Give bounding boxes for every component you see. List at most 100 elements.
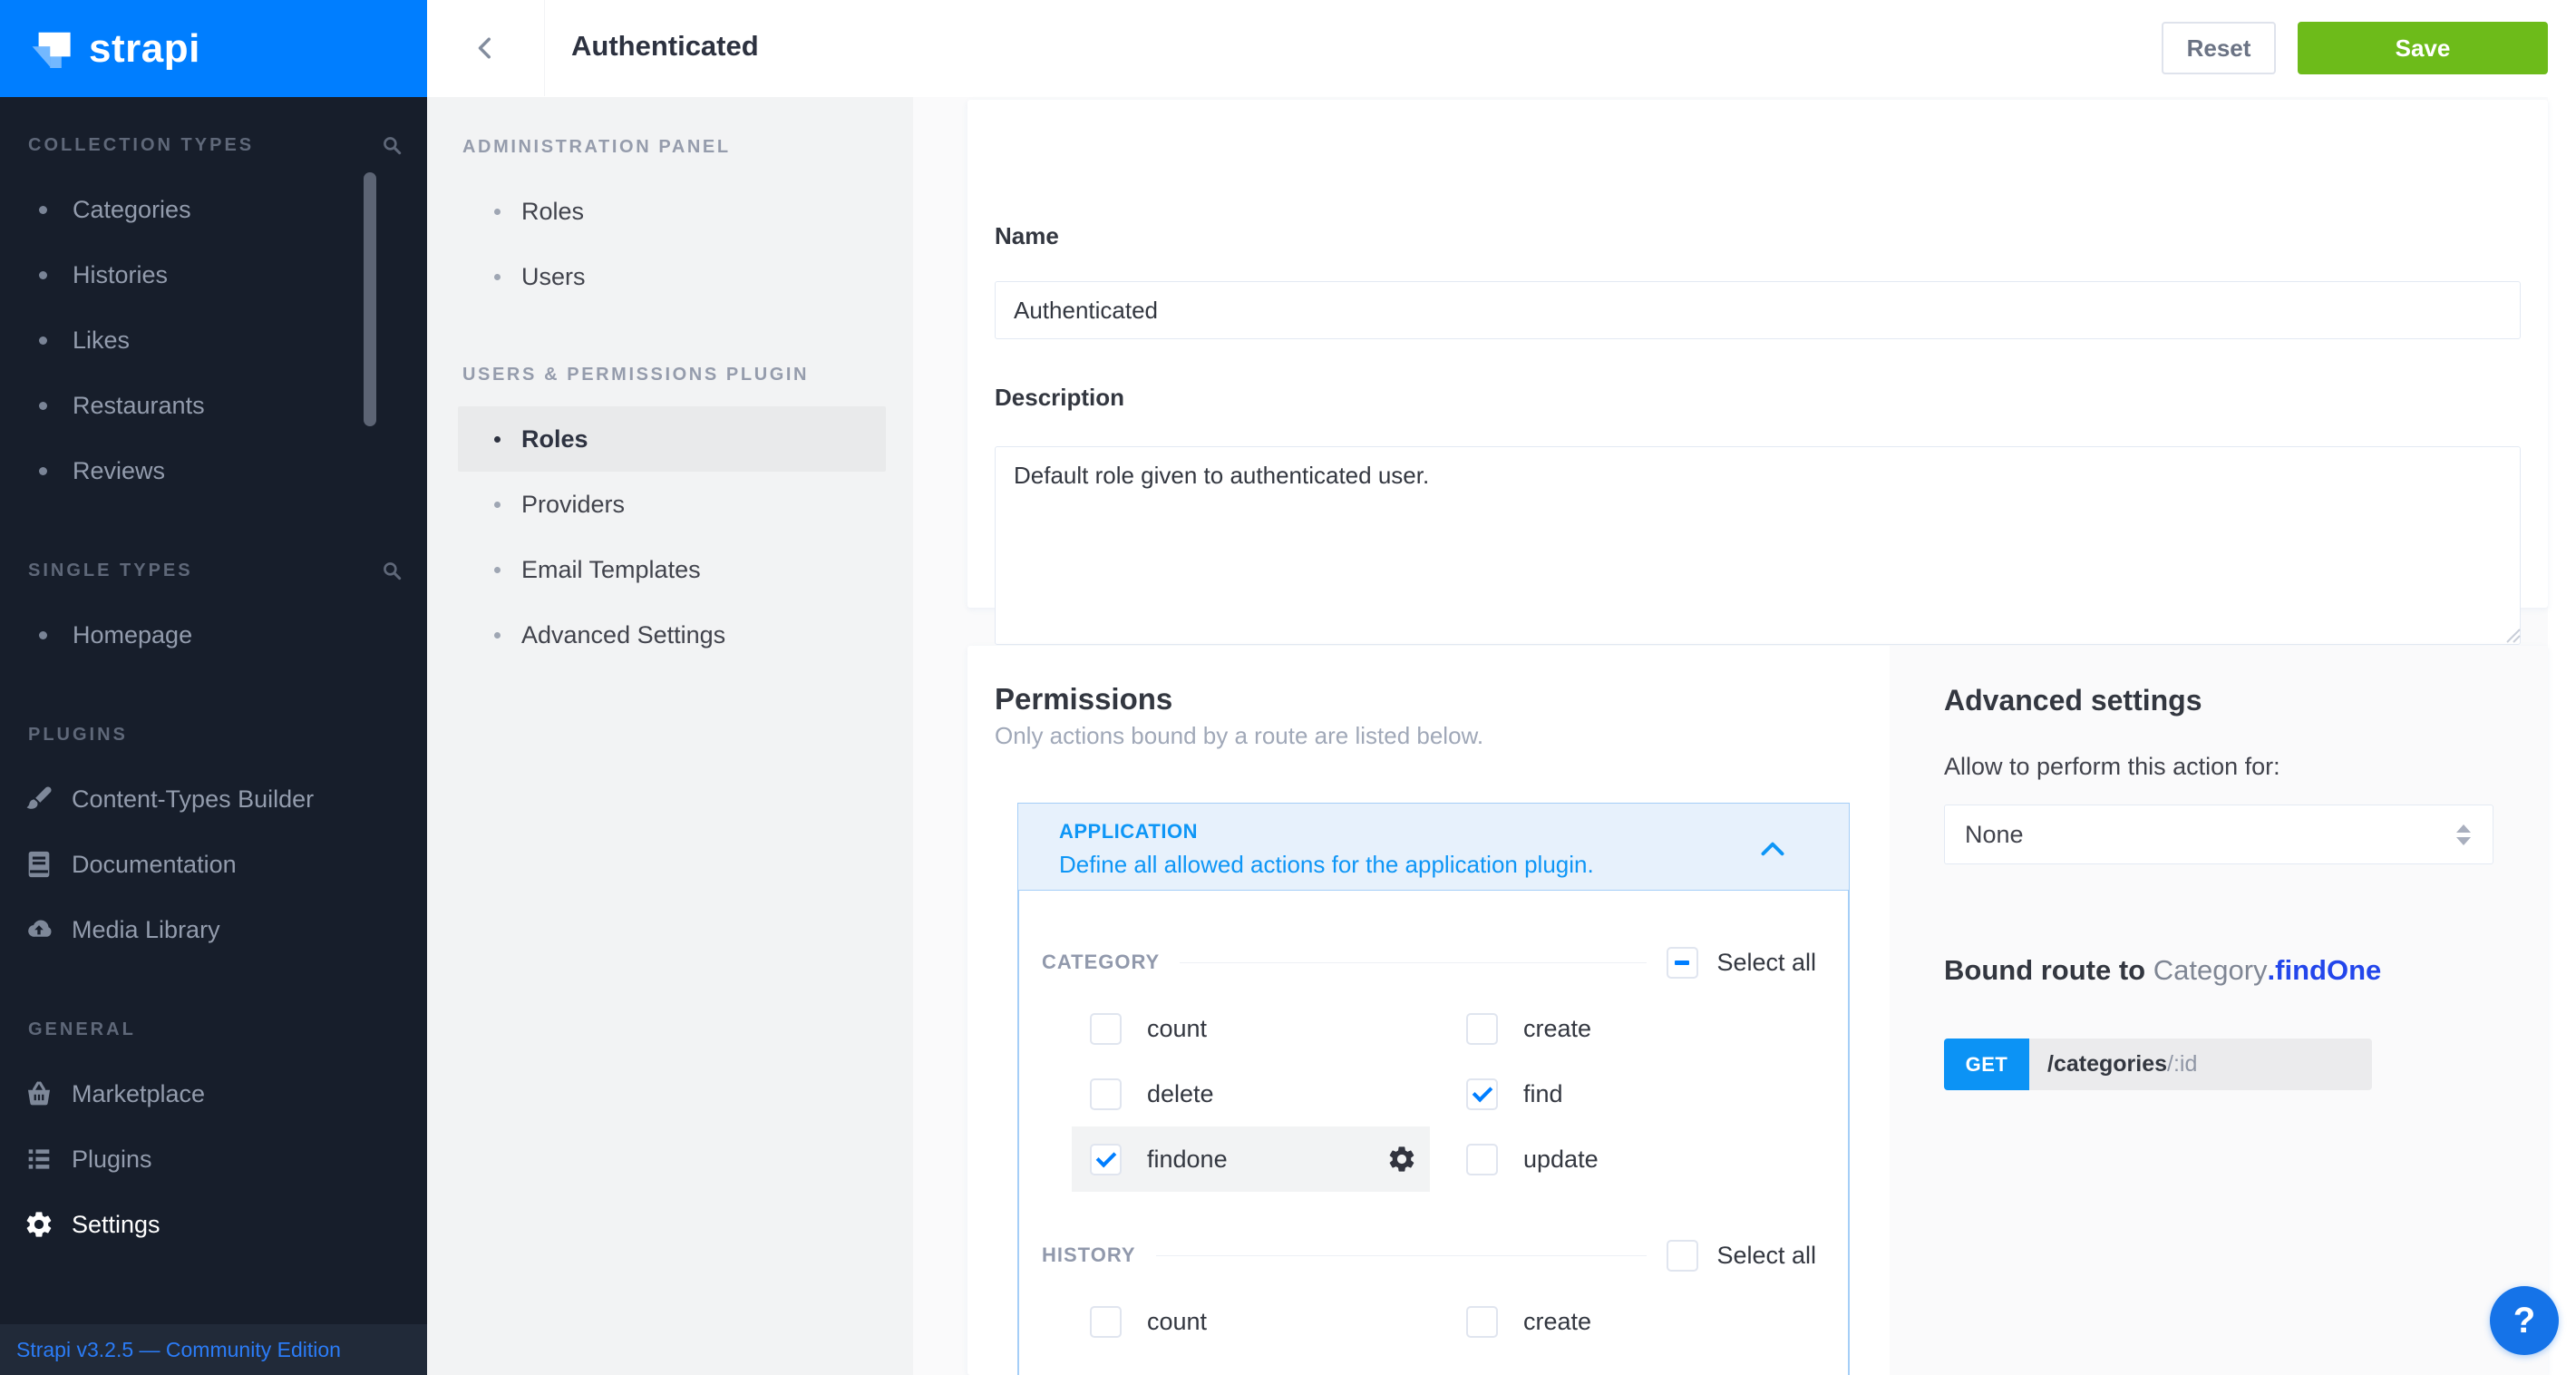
page-title: Authenticated: [571, 30, 759, 63]
route-row: GET /categories/:id: [1944, 1039, 2372, 1090]
bound-route-entity: Category: [2153, 954, 2268, 986]
subnav-item-email-templates[interactable]: Email Templates: [458, 537, 886, 602]
http-verb-badge: GET: [1944, 1039, 2029, 1090]
sidebar-section-label: SINGLE TYPES: [28, 561, 380, 581]
bullet-icon: [39, 206, 47, 214]
sidebar-scrollbar[interactable]: [364, 172, 376, 426]
application-accordion-header[interactable]: APPLICATION Define all allowed actions f…: [1017, 803, 1850, 891]
sidebar-section-label: PLUGINS: [28, 725, 403, 746]
allow-action-label: Allow to perform this action for:: [1944, 753, 2280, 781]
strapi-logo-icon: [24, 24, 82, 74]
allow-action-select[interactable]: None: [1944, 805, 2493, 864]
advanced-settings-title: Advanced settings: [1944, 684, 2202, 717]
back-button[interactable]: [427, 0, 545, 96]
checkbox-findone[interactable]: [1090, 1144, 1122, 1175]
permission-group-header: CATEGORYSelect all: [1042, 949, 1816, 976]
permission-grid: count create: [1072, 1289, 1816, 1354]
brand-header: strapi: [0, 0, 427, 97]
sidebar-section-header-plugins: PLUGINS: [0, 715, 427, 755]
checkbox-count[interactable]: [1090, 1013, 1122, 1045]
name-input[interactable]: [995, 281, 2521, 339]
sidebar-item-documentation[interactable]: Documentation: [0, 832, 427, 897]
subnav-item-providers[interactable]: Providers: [458, 472, 886, 537]
subnav-item-advanced-settings[interactable]: Advanced Settings: [458, 602, 886, 668]
permission-action-create: create: [1448, 996, 1816, 1061]
permission-group-history: HISTORYSelect allcountcreate: [1042, 1242, 1816, 1354]
application-accordion-body: CATEGORYSelect allcountcreatedeletefindf…: [1017, 891, 1850, 1375]
page-scrollbar-track[interactable]: [2548, 97, 2576, 1375]
subnav-item-label: Email Templates: [521, 556, 701, 584]
permission-action-delete: delete: [1072, 1061, 1430, 1126]
paintbrush-icon: [24, 784, 54, 814]
select-all-checkbox[interactable]: [1667, 947, 1698, 979]
help-question-mark: ?: [2513, 1301, 2535, 1341]
checkbox-update[interactable]: [1466, 1144, 1498, 1175]
sidebar-item-label: Restaurants: [73, 392, 205, 420]
select-arrows-icon: [2456, 824, 2471, 845]
permission-action-label: create: [1523, 1308, 1591, 1336]
subnav-item-users[interactable]: Users: [458, 244, 886, 309]
select-all-label: Select all: [1716, 949, 1816, 977]
permission-group-category: CATEGORYSelect allcountcreatedeletefindf…: [1042, 949, 1816, 1192]
description-textarea[interactable]: Default role given to authenticated user…: [995, 446, 2521, 645]
route-path-main: /categories: [2047, 1051, 2167, 1078]
checkbox-count[interactable]: [1090, 1306, 1122, 1338]
checkbox-create[interactable]: [1466, 1306, 1498, 1338]
strapi-version-link[interactable]: Strapi v3.2.5 — Community Edition: [16, 1338, 341, 1362]
permission-action-label: count: [1147, 1015, 1207, 1043]
save-button[interactable]: Save: [2298, 22, 2548, 74]
chevron-up-icon[interactable]: [1760, 842, 1785, 856]
subnav-section-items: RolesUsers: [427, 179, 913, 309]
sidebar-item-marketplace[interactable]: Marketplace: [0, 1061, 427, 1126]
textarea-resize-handle[interactable]: [2503, 626, 2522, 644]
list-icon: [24, 1144, 54, 1175]
subnav-item-label: Roles: [521, 425, 588, 453]
search-icon[interactable]: [380, 559, 403, 582]
subnav-section-label: USERS & PERMISSIONS PLUGIN: [462, 365, 809, 385]
bullet-icon: [39, 467, 47, 475]
bullet-icon: [494, 274, 501, 280]
divider-line: [1156, 1255, 1648, 1256]
permissions-title: Permissions: [995, 682, 1172, 717]
accordion-title: APPLICATION: [1059, 820, 1813, 844]
sidebar-item-settings[interactable]: Settings: [0, 1192, 427, 1257]
sidebar-item-reviews[interactable]: Reviews: [0, 438, 427, 503]
sidebar-item-label: Plugins: [72, 1146, 152, 1174]
bullet-icon: [39, 336, 47, 345]
advanced-settings-panel: Advanced settings Allow to perform this …: [1890, 646, 2548, 1375]
divider-line: [1180, 962, 1647, 963]
subnav-item-label: Advanced Settings: [521, 621, 725, 649]
permission-action-find: find: [1448, 1061, 1816, 1126]
chevron-left-icon: [474, 30, 498, 66]
permission-action-count: count: [1072, 996, 1430, 1061]
search-icon[interactable]: [380, 133, 403, 157]
basket-icon: [24, 1078, 54, 1109]
sidebar-section-items: Content-Types BuilderDocumentationMedia …: [0, 766, 427, 962]
sidebar-item-label: Categories: [73, 196, 191, 224]
subnav-item-roles[interactable]: Roles: [458, 179, 886, 244]
sidebar-section-label: COLLECTION TYPES: [28, 135, 380, 156]
bullet-icon: [494, 209, 501, 215]
subnav-item-roles[interactable]: Roles: [458, 406, 886, 472]
subnav-item-label: Providers: [521, 491, 625, 519]
sidebar-item-media-library[interactable]: Media Library: [0, 897, 427, 962]
sidebar-item-content-types-builder[interactable]: Content-Types Builder: [0, 766, 427, 832]
help-button[interactable]: ?: [2490, 1286, 2559, 1355]
permission-action-count: count: [1072, 1289, 1430, 1354]
bound-route-method-link[interactable]: .findOne: [2268, 954, 2382, 986]
sidebar-item-label: Histories: [73, 261, 168, 289]
checkbox-delete[interactable]: [1090, 1078, 1122, 1110]
reset-button[interactable]: Reset: [2162, 22, 2276, 74]
subnav-section-label: ADMINISTRATION PANEL: [462, 137, 731, 158]
sidebar-item-label: Settings: [72, 1211, 160, 1239]
permission-grid: countcreatedeletefindfindoneupdate: [1072, 996, 1816, 1192]
settings-subnav: ADMINISTRATION PANELRolesUsersUSERS & PE…: [427, 97, 913, 1375]
checkbox-find[interactable]: [1466, 1078, 1498, 1110]
gear-icon[interactable]: [1386, 1144, 1417, 1175]
sidebar-item-homepage[interactable]: Homepage: [0, 602, 427, 668]
select-all-label: Select all: [1716, 1242, 1816, 1270]
strapi-admin-app: strapi Authenticated Reset Save COLLECTI…: [0, 0, 2576, 1375]
checkbox-create[interactable]: [1466, 1013, 1498, 1045]
sidebar-item-plugins[interactable]: Plugins: [0, 1126, 427, 1192]
select-all-checkbox[interactable]: [1667, 1240, 1698, 1272]
